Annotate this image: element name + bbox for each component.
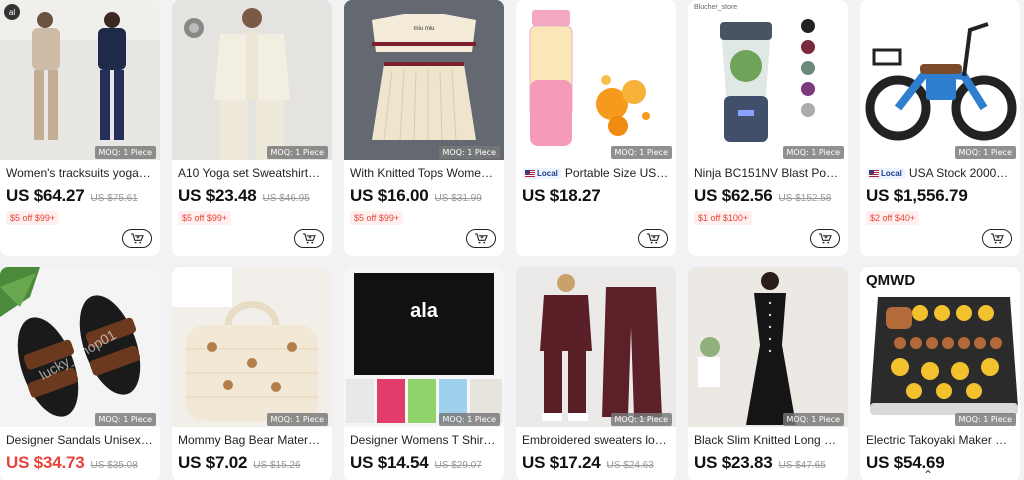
product-title[interactable]: Electric Takoyaki Maker Eg... (866, 433, 1014, 447)
product-grid: al MOQ: 1 Piece Women's tracksuits yoga … (0, 0, 1024, 480)
product-price: US $64.27 (6, 186, 85, 205)
moq-badge: MOQ: 1 Piece (782, 413, 844, 426)
product-image[interactable] (172, 267, 332, 427)
product-price: US $23.48 (178, 186, 257, 205)
original-price: US $31.99 (434, 193, 482, 204)
product-image[interactable]: lucky_shop01 (0, 267, 160, 427)
add-to-cart-button[interactable] (466, 229, 496, 248)
product-price: US $16.00 (350, 186, 429, 205)
product-title[interactable]: Embroidered sweaters loo... (522, 433, 670, 447)
product-card[interactable]: Blucher_store MOQ: 1 Piece Ninja BC151NV… (688, 0, 848, 256)
add-to-cart-button[interactable] (294, 229, 324, 248)
product-title[interactable]: Designer Sandals Unisex C... (6, 433, 154, 447)
product-title[interactable]: Local USA Stock 2000W... (866, 166, 1014, 180)
product-image[interactable]: QMWD (860, 267, 1020, 427)
moq-badge: MOQ: 1 Piece (610, 146, 672, 159)
local-badge: Local (866, 167, 905, 179)
add-to-cart-button[interactable] (122, 229, 152, 248)
product-image[interactable]: miu miu (344, 0, 504, 160)
add-to-cart-button[interactable] (982, 229, 1012, 248)
svg-text:al: al (9, 8, 15, 17)
add-to-cart-button[interactable] (810, 229, 840, 248)
product-title[interactable]: Designer Womens T Shirt ... (350, 433, 498, 447)
promo-badge: $5 off $99+ (178, 211, 232, 225)
image-logo: ala (410, 300, 439, 322)
us-flag-icon (525, 169, 535, 177)
local-badge: Local (522, 167, 561, 179)
original-price: US $75.61 (90, 193, 138, 204)
product-price: US $17.24 (522, 453, 601, 472)
svg-text:miu miu: miu miu (413, 26, 434, 32)
moq-badge: MOQ: 1 Piece (438, 413, 500, 426)
product-image[interactable] (516, 267, 676, 427)
cart-icon (474, 233, 488, 244)
product-image[interactable] (860, 0, 1020, 160)
product-card[interactable]: lucky_shop01 MOQ: 1 Piece Designer Sanda… (0, 267, 160, 480)
product-price: US $62.56 (694, 186, 773, 205)
cart-icon (818, 233, 832, 244)
product-image[interactable]: Blucher_store (688, 0, 848, 160)
original-price: US $15.26 (253, 460, 301, 471)
product-price: US $23.83 (694, 453, 773, 472)
product-title[interactable]: Local Portable Size USB... (522, 166, 670, 180)
image-brand: QMWD (866, 272, 915, 289)
product-title[interactable]: Mommy Bag Bear Maternit... (178, 433, 326, 447)
moq-badge: MOQ: 1 Piece (94, 413, 156, 426)
cart-icon (646, 233, 660, 244)
product-title[interactable]: A10 Yoga set Sweatshirts ... (178, 166, 326, 180)
moq-badge: MOQ: 1 Piece (94, 146, 156, 159)
product-card[interactable]: MOQ: 1 Piece Mommy Bag Bear Maternit... … (172, 267, 332, 480)
product-title[interactable]: Women's tracksuits yoga s... (6, 166, 154, 180)
product-title[interactable]: Ninja BC151NV Blast Porta... (694, 166, 842, 180)
product-card[interactable]: miu miu MOQ: 1 Piece With Knitted Tops W… (344, 0, 504, 256)
moq-badge: MOQ: 1 Piece (610, 413, 672, 426)
original-price: US $35.08 (90, 460, 138, 471)
product-title[interactable]: Black Slim Knitted Long Dr... (694, 433, 842, 447)
promo-badge: $1 off $100+ (694, 211, 753, 225)
product-image[interactable]: ala (344, 267, 504, 427)
cart-icon (990, 233, 1004, 244)
promo-badge: $5 off $99+ (350, 211, 404, 225)
original-price: US $152.58 (778, 193, 832, 204)
moq-badge: MOQ: 1 Piece (782, 146, 844, 159)
original-price: US $24.63 (606, 460, 654, 471)
product-card[interactable]: MOQ: 1 Piece Black Slim Knitted Long Dr.… (688, 267, 848, 480)
product-image[interactable]: al (0, 0, 160, 160)
product-price: US $14.54 (350, 453, 429, 472)
product-title[interactable]: With Knitted Tops Women T... (350, 166, 498, 180)
original-price: US $46.95 (262, 193, 310, 204)
promo-badge: $2 off $40+ (866, 211, 920, 225)
product-price: US $18.27 (522, 186, 601, 205)
original-price: US $29.07 (434, 460, 482, 471)
product-card[interactable]: MOQ: 1 Piece Local Portable Size USB... U… (516, 0, 676, 256)
product-card[interactable]: MOQ: 1 Piece A10 Yoga set Sweatshirts ..… (172, 0, 332, 256)
product-price: US $34.73 (6, 453, 85, 472)
moq-badge: MOQ: 1 Piece (954, 146, 1016, 159)
moq-badge: MOQ: 1 Piece (266, 146, 328, 159)
cart-icon (302, 233, 316, 244)
product-card[interactable]: QMWD MOQ: 1 Piece Electric Takoyaki Make… (860, 267, 1020, 480)
image-watermark: Blucher_store (694, 4, 737, 11)
moq-badge: MOQ: 1 Piece (266, 413, 328, 426)
product-image[interactable] (516, 0, 676, 160)
product-card[interactable]: ala MOQ: 1 Piece Designer Womens T Shirt… (344, 267, 504, 480)
scroll-to-top-button[interactable]: ⌃ (918, 468, 938, 480)
product-card[interactable]: al MOQ: 1 Piece Women's tracksuits yoga … (0, 0, 160, 256)
moq-badge: MOQ: 1 Piece (954, 413, 1016, 426)
chevron-up-icon: ⌃ (922, 468, 934, 480)
moq-badge: MOQ: 1 Piece (438, 146, 500, 159)
cart-icon (130, 233, 144, 244)
promo-badge: $5 off $99+ (6, 211, 60, 225)
us-flag-icon (869, 169, 879, 177)
add-to-cart-button[interactable] (638, 229, 668, 248)
product-price: US $7.02 (178, 453, 248, 472)
product-card[interactable]: MOQ: 1 Piece Embroidered sweaters loo...… (516, 267, 676, 480)
original-price: US $47.65 (778, 460, 826, 471)
product-image[interactable] (172, 0, 332, 160)
product-image[interactable] (688, 267, 848, 427)
product-card[interactable]: MOQ: 1 Piece Local USA Stock 2000W... US … (860, 0, 1020, 256)
product-price: US $1,556.79 (866, 186, 968, 205)
